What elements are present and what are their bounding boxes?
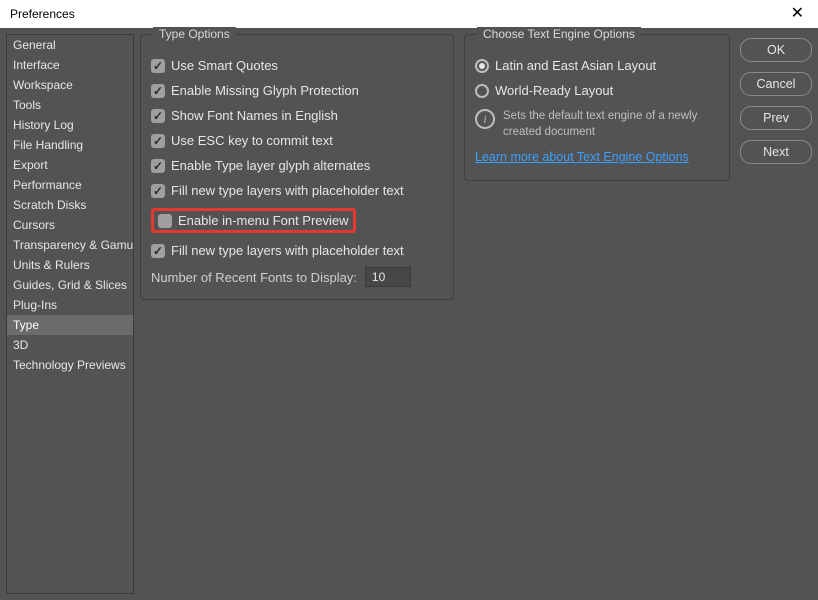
radio[interactable] [475, 59, 489, 73]
text-engine-info: i Sets the default text engine of a newl… [475, 103, 719, 140]
text-engine-learn-more-link[interactable]: Learn more about Text Engine Options [475, 140, 689, 164]
option-label: World-Ready Layout [495, 83, 613, 98]
sidebar-item-export[interactable]: Export [7, 155, 133, 175]
type-option-row: Use ESC key to commit text [151, 128, 443, 153]
highlighted-option: Enable in-menu Font Preview [151, 208, 356, 233]
sidebar-item-workspace[interactable]: Workspace [7, 75, 133, 95]
preferences-window: Preferences ✕ GeneralInterfaceWorkspaceT… [0, 0, 818, 600]
option-label: Enable Missing Glyph Protection [171, 83, 359, 98]
main: Type Options Use Smart QuotesEnable Miss… [140, 34, 812, 594]
sidebar: GeneralInterfaceWorkspaceToolsHistory Lo… [6, 34, 134, 594]
option-label: Show Font Names in English [171, 108, 338, 123]
option-label: Fill new type layers with placeholder te… [171, 183, 404, 198]
checkbox[interactable] [158, 214, 172, 228]
checkbox[interactable] [151, 59, 165, 73]
action-buttons: OK Cancel Prev Next [740, 34, 812, 164]
sidebar-item-technology-previews[interactable]: Technology Previews [7, 355, 133, 375]
sidebar-item-history-log[interactable]: History Log [7, 115, 133, 135]
option-label: Use ESC key to commit text [171, 133, 333, 148]
recent-fonts-label: Number of Recent Fonts to Display: [151, 270, 357, 285]
type-option-row: Fill new type layers with placeholder te… [151, 238, 443, 263]
type-option-row: Enable in-menu Font Preview [151, 203, 443, 238]
sidebar-item-performance[interactable]: Performance [7, 175, 133, 195]
content-area: GeneralInterfaceWorkspaceToolsHistory Lo… [0, 28, 818, 600]
type-options-column: Type Options Use Smart QuotesEnable Miss… [140, 34, 454, 300]
sidebar-item-file-handling[interactable]: File Handling [7, 135, 133, 155]
option-label: Latin and East Asian Layout [495, 58, 656, 73]
next-button[interactable]: Next [740, 140, 812, 164]
type-options-group: Type Options Use Smart QuotesEnable Miss… [140, 34, 454, 300]
prev-button[interactable]: Prev [740, 106, 812, 130]
text-engine-column: Choose Text Engine Options Latin and Eas… [464, 34, 730, 181]
type-option-row: Use Smart Quotes [151, 53, 443, 78]
text-engine-legend: Choose Text Engine Options [477, 27, 641, 41]
ok-button[interactable]: OK [740, 38, 812, 62]
sidebar-item-transparency-gamut[interactable]: Transparency & Gamut [7, 235, 133, 255]
sidebar-item-type[interactable]: Type [7, 315, 133, 335]
sidebar-item-plug-ins[interactable]: Plug-Ins [7, 295, 133, 315]
type-option-row: Show Font Names in English [151, 103, 443, 128]
sidebar-item-units-rulers[interactable]: Units & Rulers [7, 255, 133, 275]
sidebar-item-general[interactable]: General [7, 35, 133, 55]
text-engine-info-text: Sets the default text engine of a newly … [503, 109, 719, 140]
checkbox[interactable] [151, 159, 165, 173]
option-label: Enable in-menu Font Preview [178, 213, 349, 228]
checkbox[interactable] [151, 184, 165, 198]
close-icon[interactable]: ✕ [785, 4, 810, 24]
sidebar-item-cursors[interactable]: Cursors [7, 215, 133, 235]
sidebar-item-tools[interactable]: Tools [7, 95, 133, 115]
sidebar-item-interface[interactable]: Interface [7, 55, 133, 75]
info-icon: i [475, 109, 495, 129]
type-option-row: Fill new type layers with placeholder te… [151, 178, 443, 203]
sidebar-item-scratch-disks[interactable]: Scratch Disks [7, 195, 133, 215]
recent-fonts-row: Number of Recent Fonts to Display: [151, 263, 443, 287]
radio[interactable] [475, 84, 489, 98]
type-option-row: Enable Missing Glyph Protection [151, 78, 443, 103]
option-label: Enable Type layer glyph alternates [171, 158, 370, 173]
option-label: Fill new type layers with placeholder te… [171, 243, 404, 258]
checkbox[interactable] [151, 134, 165, 148]
window-title: Preferences [8, 7, 75, 21]
sidebar-item-3d[interactable]: 3D [7, 335, 133, 355]
checkbox[interactable] [151, 109, 165, 123]
checkbox[interactable] [151, 84, 165, 98]
text-engine-option: World-Ready Layout [475, 78, 719, 103]
type-option-row: Enable Type layer glyph alternates [151, 153, 443, 178]
sidebar-item-guides-grid-slices[interactable]: Guides, Grid & Slices [7, 275, 133, 295]
cancel-button[interactable]: Cancel [740, 72, 812, 96]
type-options-legend: Type Options [153, 27, 236, 41]
recent-fonts-input[interactable] [365, 267, 411, 287]
text-engine-option: Latin and East Asian Layout [475, 53, 719, 78]
text-engine-group: Choose Text Engine Options Latin and Eas… [464, 34, 730, 181]
titlebar: Preferences ✕ [0, 0, 818, 28]
checkbox[interactable] [151, 244, 165, 258]
option-label: Use Smart Quotes [171, 58, 278, 73]
